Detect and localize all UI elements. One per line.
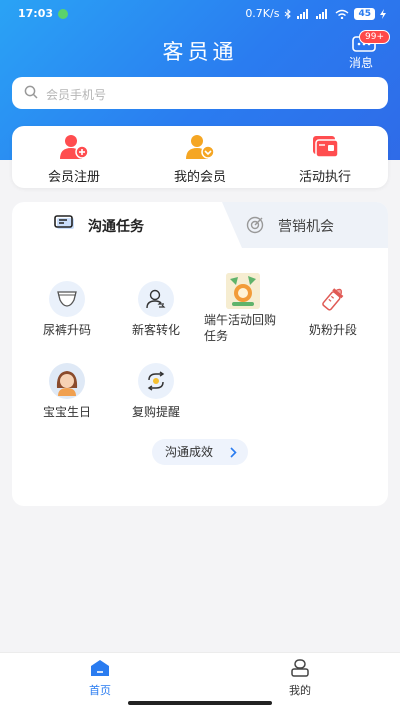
signal-icon bbox=[297, 8, 309, 19]
new-customer-icon bbox=[146, 289, 166, 309]
chevron-right-icon bbox=[230, 447, 237, 458]
nav-home-label: 首页 bbox=[89, 684, 111, 697]
activity-execute-button[interactable]: 活动执行 bbox=[270, 134, 380, 185]
baby-avatar-bg bbox=[49, 363, 85, 399]
task-label-line2: 任务 bbox=[204, 329, 229, 343]
messages-label: 消息 bbox=[349, 56, 374, 70]
search-bar[interactable]: 会员手机号 bbox=[12, 77, 388, 109]
task-label: 复购提醒 bbox=[131, 405, 180, 419]
task-repurchase-reminder[interactable]: 复购提醒 bbox=[111, 363, 201, 420]
my-members-label: 我的会员 bbox=[173, 170, 226, 185]
battery-indicator: 45 bbox=[354, 7, 375, 20]
task-dragon-boat-repurchase[interactable]: 端午活动回购 任务 bbox=[200, 273, 290, 344]
status-bar: 17:03 0.7K/s 45 bbox=[0, 0, 400, 28]
communication-effect-label: 沟通成效 bbox=[165, 445, 214, 459]
bluetooth-icon bbox=[285, 8, 292, 19]
new-customer-icon-bg bbox=[138, 281, 174, 317]
charging-icon bbox=[380, 8, 386, 19]
system-home-indicator bbox=[128, 701, 272, 705]
my-members-icon bbox=[186, 135, 215, 159]
activity-icon bbox=[313, 136, 339, 158]
dragon-boat-illustration bbox=[226, 273, 260, 309]
nav-profile[interactable]: 我的 bbox=[270, 659, 330, 698]
notification-dot-icon bbox=[58, 9, 68, 19]
baby-bottle-icon bbox=[322, 288, 344, 311]
app-title: 客员通 bbox=[162, 40, 238, 64]
wifi-icon bbox=[336, 9, 349, 19]
baby-avatar bbox=[56, 371, 78, 396]
task-diaper-upgrade[interactable]: 尿裤升码 bbox=[22, 281, 112, 338]
chat-icon bbox=[54, 215, 74, 229]
messages-button[interactable]: 99+ 消息 bbox=[343, 30, 390, 72]
task-baby-birthday[interactable]: 宝宝生日 bbox=[22, 363, 112, 420]
home-icon bbox=[91, 660, 109, 676]
signal-icon-2 bbox=[316, 8, 328, 19]
task-formula-upgrade[interactable]: 奶粉升段 bbox=[288, 281, 378, 338]
task-label: 奶粉升段 bbox=[308, 323, 357, 337]
status-indicators: 0.7K/s 45 bbox=[245, 7, 386, 20]
task-label: 新客转化 bbox=[131, 323, 180, 337]
profile-icon bbox=[291, 659, 309, 677]
diaper-icon-bg bbox=[49, 281, 85, 317]
my-members-button[interactable]: 我的会员 bbox=[145, 134, 255, 185]
communication-effect-button[interactable]: 沟通成效 bbox=[152, 439, 248, 465]
message-badge: 99+ bbox=[359, 30, 390, 44]
network-speed: 0.7K/s bbox=[245, 7, 280, 20]
baby-bottle-icon-bg bbox=[315, 281, 351, 317]
search-icon bbox=[24, 85, 38, 99]
member-register-button[interactable]: 会员注册 bbox=[19, 134, 129, 185]
target-icon bbox=[246, 216, 264, 234]
task-label: 宝宝生日 bbox=[42, 405, 91, 419]
task-new-customer[interactable]: 新客转化 bbox=[111, 281, 201, 338]
repurchase-icon-bg bbox=[138, 363, 174, 399]
diaper-icon bbox=[57, 291, 77, 307]
status-time: 17:03 bbox=[18, 7, 54, 20]
member-register-label: 会员注册 bbox=[47, 170, 100, 185]
activity-execute-label: 活动执行 bbox=[298, 170, 351, 185]
search-placeholder: 会员手机号 bbox=[46, 88, 107, 102]
task-label-line1: 端午活动回购 bbox=[204, 313, 277, 327]
nav-home[interactable]: 首页 bbox=[70, 659, 130, 698]
repurchase-icon bbox=[147, 371, 165, 391]
tab-marketing-opportunities-label[interactable]: 营销机会 bbox=[278, 216, 334, 236]
member-register-icon bbox=[60, 135, 89, 159]
task-label: 尿裤升码 bbox=[42, 323, 91, 337]
quick-actions-card: 会员注册 我的会员 活动执行 bbox=[12, 126, 388, 188]
nav-profile-label: 我的 bbox=[289, 684, 311, 697]
dragon-boat-image bbox=[226, 273, 260, 309]
tab-communication-tasks-label[interactable]: 沟通任务 bbox=[88, 216, 144, 236]
